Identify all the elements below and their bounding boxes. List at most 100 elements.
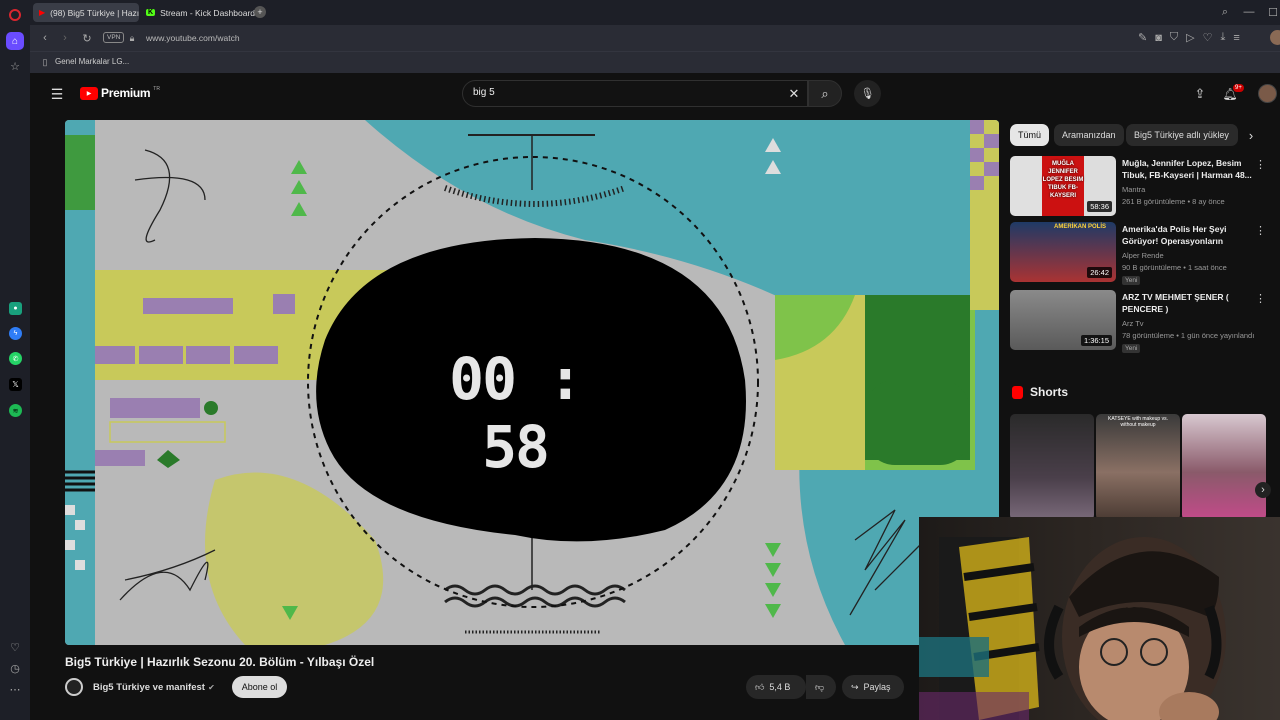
browser-sidebar: ⌂ ☆ ● ϟ ✆ 𝕏 ≋ ♡ ◷ ⋯ bbox=[0, 0, 30, 720]
forward-icon[interactable]: › bbox=[58, 31, 72, 45]
duration: 26:42 bbox=[1087, 267, 1112, 278]
short-item[interactable] bbox=[1010, 414, 1094, 520]
youtube-favicon-icon: ▶ bbox=[39, 8, 46, 17]
notification-count-badge: 9+ bbox=[1233, 84, 1244, 92]
profile-avatar[interactable] bbox=[1270, 30, 1280, 45]
reload-icon[interactable]: ↻ bbox=[80, 31, 94, 45]
whatsapp-icon[interactable]: ✆ bbox=[9, 352, 22, 365]
menu-lines-icon[interactable]: ≡ bbox=[1233, 31, 1239, 44]
like-button[interactable]: 👍︎ 5,4 B bbox=[746, 675, 806, 699]
video-title: ARZ TV MEHMET ŞENER ( PENCERE ) bbox=[1122, 292, 1229, 314]
short-item[interactable]: KATSEYE with makeup vs. without makeup bbox=[1096, 414, 1180, 520]
lock-icon: 🔒︎ bbox=[129, 32, 135, 43]
video-thumbnail: AMERİKAN POLİS 26:42 bbox=[1010, 222, 1116, 282]
video-player[interactable]: 00 : 58 bbox=[65, 120, 999, 645]
more-options-icon[interactable]: ⋮ bbox=[1255, 158, 1266, 171]
vpn-badge[interactable]: VPN bbox=[103, 32, 125, 43]
home-icon[interactable]: ⌂ bbox=[6, 32, 24, 50]
thumbs-up-icon: 👍︎ bbox=[755, 681, 765, 692]
account-avatar[interactable] bbox=[1258, 84, 1277, 103]
chatgpt-icon[interactable]: ● bbox=[9, 302, 22, 315]
maximize-icon[interactable]: ☐ bbox=[1266, 5, 1280, 19]
list-item[interactable]: AMERİKAN POLİS 26:42 Amerika'da Polis He… bbox=[1010, 222, 1270, 285]
tab-youtube[interactable]: ▶ (98) Big5 Türkiye | Hazırlık bbox=[33, 3, 139, 22]
back-icon[interactable]: ‹ bbox=[38, 31, 52, 45]
x-icon[interactable]: 𝕏 bbox=[9, 378, 22, 391]
messenger-icon[interactable]: ϟ bbox=[9, 327, 22, 340]
edit-icon[interactable]: ✎ bbox=[1138, 31, 1147, 44]
favorite-icon[interactable]: ♡ bbox=[1203, 31, 1213, 44]
history-icon[interactable]: ◷ bbox=[8, 661, 22, 675]
share-icon: ↪ bbox=[851, 681, 859, 692]
more-icon[interactable]: ⋯ bbox=[8, 682, 22, 696]
kick-favicon-icon: K bbox=[146, 9, 156, 16]
channel-name: Arz Tv bbox=[1122, 319, 1144, 328]
thumb-text: AMERİKAN POLİS bbox=[1054, 224, 1107, 230]
shorts-heading: Shorts bbox=[1030, 385, 1069, 399]
opera-logo-icon[interactable] bbox=[9, 9, 21, 21]
subscribe-label: Abone ol bbox=[241, 682, 278, 692]
search-input[interactable]: big 5 bbox=[473, 87, 495, 98]
chevron-right-icon[interactable]: › bbox=[1244, 128, 1258, 143]
search-button[interactable]: ⌕ bbox=[808, 80, 842, 107]
shield-icon[interactable]: ⛉ bbox=[1170, 31, 1178, 44]
address-toolbar: ✎ ◙ ⛉ ▷ ♡ ⤓ ≡ bbox=[1138, 31, 1240, 44]
channel-name[interactable]: Big5 Türkiye ve manifest bbox=[93, 682, 205, 693]
chip-from-search[interactable]: Aramanızdan bbox=[1054, 124, 1124, 146]
address-bar: ‹ › ↻ VPN 🔒︎ www.youtube.com/watch ✎ ◙ ⛉… bbox=[30, 25, 1280, 51]
share-button[interactable]: ↪ Paylaş bbox=[842, 675, 904, 699]
subscribe-button[interactable]: Abone ol bbox=[232, 676, 287, 698]
thumb-text: MUĞLA JENNIFER LOPEZ BESIM TIBUK FB-KAYS… bbox=[1042, 161, 1084, 199]
chip-label: Big5 Türkiye adlı yükley bbox=[1134, 130, 1229, 140]
tab-kick[interactable]: K Stream - Kick Dashboard bbox=[140, 3, 255, 22]
shorts-logo-icon bbox=[1012, 386, 1023, 399]
verified-icon: ✔ bbox=[208, 683, 215, 692]
duration: 58:36 bbox=[1087, 201, 1112, 212]
new-badge: Yeni bbox=[1122, 344, 1141, 353]
chip-channel[interactable]: Big5 Türkiye adlı yükley bbox=[1126, 124, 1238, 146]
chip-label: Aramanızdan bbox=[1062, 130, 1116, 140]
new-badge: Yeni bbox=[1122, 276, 1141, 285]
new-tab-button[interactable]: + bbox=[254, 6, 266, 18]
document-icon: ▯ bbox=[42, 56, 48, 67]
short-item[interactable] bbox=[1182, 414, 1266, 520]
video-meta: 90 B görüntüleme • 1 saat önce bbox=[1122, 263, 1227, 272]
download-icon[interactable]: ⤓ bbox=[1220, 31, 1225, 44]
dislike-button[interactable]: 👎︎ bbox=[806, 675, 836, 699]
bookmark-item[interactable]: Genel Markalar LG... bbox=[55, 57, 129, 66]
camera-icon[interactable]: ◙ bbox=[1155, 31, 1162, 44]
thumbs-down-icon: 👎︎ bbox=[815, 681, 825, 692]
heart-icon[interactable]: ♡ bbox=[8, 640, 22, 654]
search-tabs-icon[interactable]: ⌕ bbox=[1218, 5, 1232, 19]
youtube-logo[interactable]: ▶ Premium TR bbox=[80, 86, 160, 100]
more-options-icon[interactable]: ⋮ bbox=[1255, 224, 1266, 237]
like-count: 5,4 B bbox=[769, 682, 791, 692]
minimize-icon[interactable]: — bbox=[1242, 5, 1256, 19]
star-icon[interactable]: ☆ bbox=[8, 59, 22, 73]
tab-label: Stream - Kick Dashboard bbox=[160, 7, 255, 18]
chip-all[interactable]: Tümü bbox=[1010, 124, 1050, 146]
logo-country: TR bbox=[153, 86, 160, 92]
voice-search-icon[interactable]: 🎙︎ bbox=[854, 80, 881, 107]
hamburger-menu-icon[interactable]: ☰ bbox=[49, 86, 65, 102]
more-options-icon[interactable]: ⋮ bbox=[1255, 292, 1266, 305]
webcam-overlay bbox=[919, 517, 1280, 720]
video-title: Amerika'da Polis Her Şeyi Görüyor! Opera… bbox=[1122, 224, 1227, 249]
channel-name: Alper Rende bbox=[1122, 251, 1164, 260]
tab-strip: ▶ (98) Big5 Türkiye | Hazırlık K Stream … bbox=[30, 0, 1280, 25]
list-item[interactable]: MUĞLA JENNIFER LOPEZ BESIM TIBUK FB-KAYS… bbox=[1010, 156, 1270, 216]
search-box[interactable] bbox=[462, 80, 808, 107]
video-thumbnail: MUĞLA JENNIFER LOPEZ BESIM TIBUK FB-KAYS… bbox=[1010, 156, 1116, 216]
shorts-next-icon[interactable]: › bbox=[1255, 482, 1271, 498]
spotify-icon[interactable]: ≋ bbox=[9, 404, 22, 417]
video-title: Big5 Türkiye | Hazırlık Sezonu 20. Bölüm… bbox=[65, 655, 375, 669]
share-label: Paylaş bbox=[863, 682, 891, 692]
channel-avatar[interactable] bbox=[65, 678, 83, 696]
upload-icon[interactable]: ⇪ bbox=[1192, 86, 1208, 102]
clear-search-icon[interactable]: ✕ bbox=[786, 86, 802, 102]
url-field[interactable]: www.youtube.com/watch bbox=[146, 33, 240, 43]
webcam-feed bbox=[919, 537, 1226, 720]
logo-text: Premium bbox=[101, 86, 151, 100]
play-icon[interactable]: ▷ bbox=[1186, 31, 1194, 44]
list-item[interactable]: 1:36:15 ARZ TV MEHMET ŞENER ( PENCERE ) … bbox=[1010, 290, 1270, 353]
